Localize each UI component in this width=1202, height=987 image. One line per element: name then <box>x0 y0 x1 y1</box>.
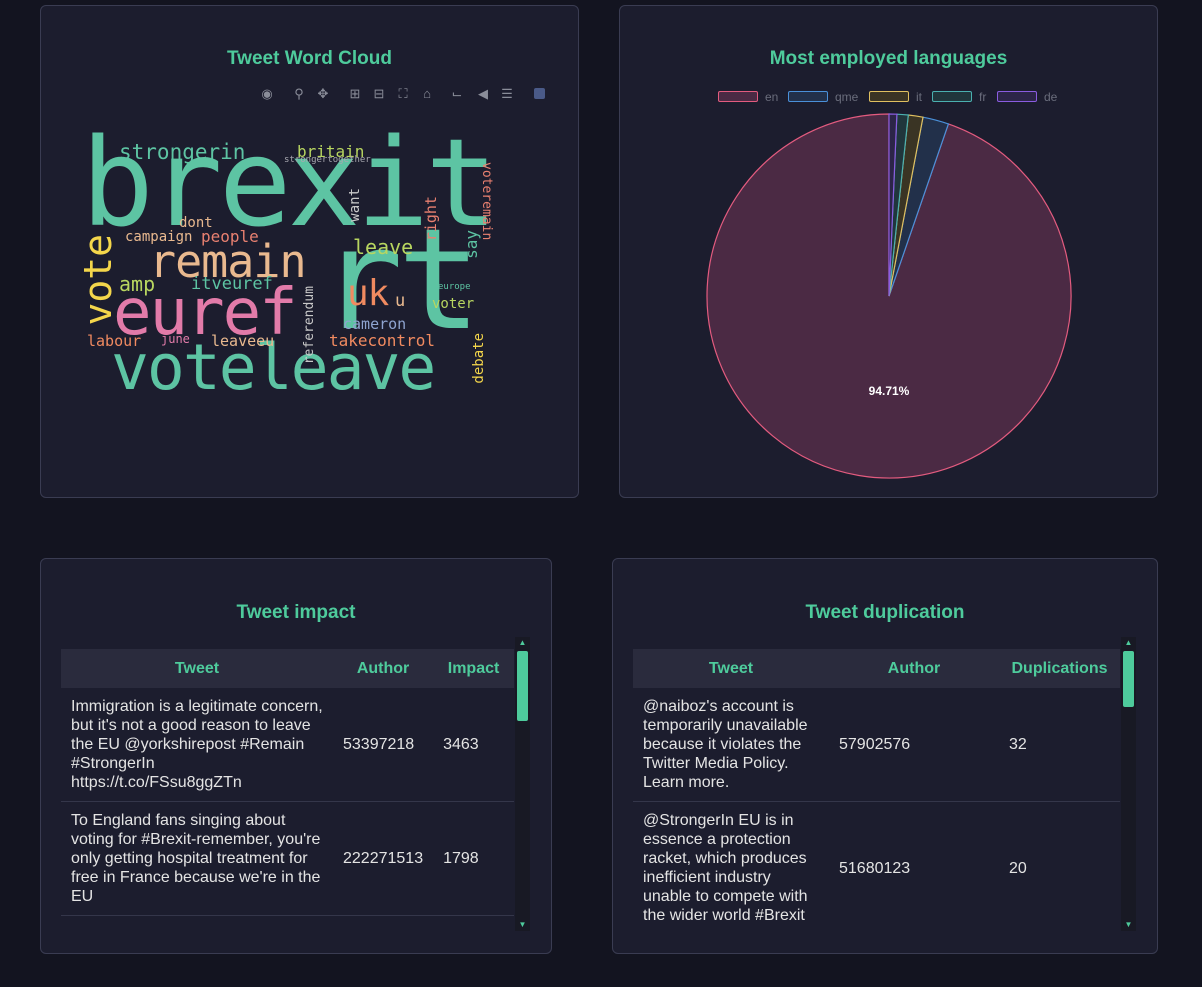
scroll-down-icon[interactable]: ▼ <box>515 921 530 929</box>
table-row: To England fans singing about voting for… <box>61 801 514 916</box>
word: vote <box>76 234 120 326</box>
word: labour <box>87 332 142 350</box>
word: referendum <box>302 286 317 365</box>
word-cloud-card: Tweet Word Cloud ◉ ⚲ ✥ ⊞ ⊟ ⛶ ⌂ ⌙ ◀ ☰ bre… <box>40 5 579 498</box>
word: voter <box>432 296 475 312</box>
word: june <box>161 332 190 346</box>
impact-cell: 3463 <box>433 688 514 802</box>
impact-table-wrap[interactable]: Tweet Author Impact Immigration is a leg… <box>61 649 514 931</box>
word: debate <box>471 333 487 384</box>
scroll-thumb[interactable] <box>517 651 528 721</box>
word: strongerin <box>119 140 246 164</box>
impact-title: Tweet impact <box>236 602 356 623</box>
tweet-cell: @StrongerIn EU is in essence a protectio… <box>633 801 829 931</box>
scroll-thumb[interactable] <box>1123 651 1134 707</box>
col-header-tweet[interactable]: Tweet <box>61 649 333 688</box>
languages-title: Most employed languages <box>769 48 1008 69</box>
word: takecontrol <box>329 331 435 350</box>
author-cell: 53397218 <box>333 688 434 802</box>
word: europe <box>438 282 471 292</box>
word: leave <box>353 235 414 259</box>
scroll-up-icon[interactable]: ▲ <box>515 639 530 647</box>
duplication-table: Tweet Author Duplications @naiboz's acco… <box>633 649 1120 931</box>
word: amp <box>119 272 156 296</box>
word: voteremain <box>479 162 494 241</box>
col-header-author[interactable]: Author <box>333 649 434 688</box>
col-header-impact[interactable]: Impact <box>433 649 514 688</box>
languages-pie-card: Most employed languages en qme it fr de … <box>619 5 1158 498</box>
author-cell: 222271513 <box>333 801 434 916</box>
word: cameron <box>343 315 407 333</box>
word: campaign <box>125 229 193 245</box>
author-cell: 51680123 <box>829 801 999 931</box>
word: itveuref <box>191 274 273 294</box>
impact-cell: 1798 <box>433 801 514 916</box>
word: people <box>201 227 259 246</box>
tweet-impact-card: Tweet impact Tweet Author Impact Immigra… <box>40 558 552 954</box>
tweet-cell: @naiboz's account is temporarily unavail… <box>633 688 829 802</box>
word: right <box>422 196 440 242</box>
col-header-tweet[interactable]: Tweet <box>633 649 829 688</box>
tweet-cell: Immigration is a legitimate concern, but… <box>61 688 333 802</box>
word-cloud: brexit rt voteleave euref remain vote st… <box>41 6 580 499</box>
scroll-up-icon[interactable]: ▲ <box>1121 639 1136 647</box>
word: leaveeu <box>211 332 275 350</box>
col-header-author[interactable]: Author <box>829 649 999 688</box>
pie-percent-label: 94.71% <box>869 384 910 398</box>
impact-table: Tweet Author Impact Immigration is a leg… <box>61 649 514 916</box>
word: uk <box>347 273 389 314</box>
table-row: @StrongerIn EU is in essence a protectio… <box>633 801 1120 931</box>
duplications-cell: 32 <box>999 688 1120 802</box>
word: say <box>462 230 481 259</box>
word: want <box>347 188 363 222</box>
tweet-cell: To England fans singing about voting for… <box>61 801 333 916</box>
table-row: @naiboz's account is temporarily unavail… <box>633 688 1120 802</box>
duplication-table-wrap[interactable]: Tweet Author Duplications @naiboz's acco… <box>633 649 1120 931</box>
impact-scrollbar[interactable]: ▲ ▼ <box>515 637 530 931</box>
duplication-title: Tweet duplication <box>805 602 965 623</box>
author-cell: 57902576 <box>829 688 999 802</box>
duplications-cell: 20 <box>999 801 1120 931</box>
word: strongertogether <box>284 155 371 165</box>
tweet-duplication-card: Tweet duplication Tweet Author Duplicati… <box>612 558 1158 954</box>
scroll-down-icon[interactable]: ▼ <box>1121 921 1136 929</box>
language-pie-chart: 94.71% <box>706 113 1072 479</box>
table-row: Immigration is a legitimate concern, but… <box>61 688 514 802</box>
word: u <box>395 291 406 311</box>
duplication-scrollbar[interactable]: ▲ ▼ <box>1121 637 1136 931</box>
col-header-duplications[interactable]: Duplications <box>999 649 1120 688</box>
